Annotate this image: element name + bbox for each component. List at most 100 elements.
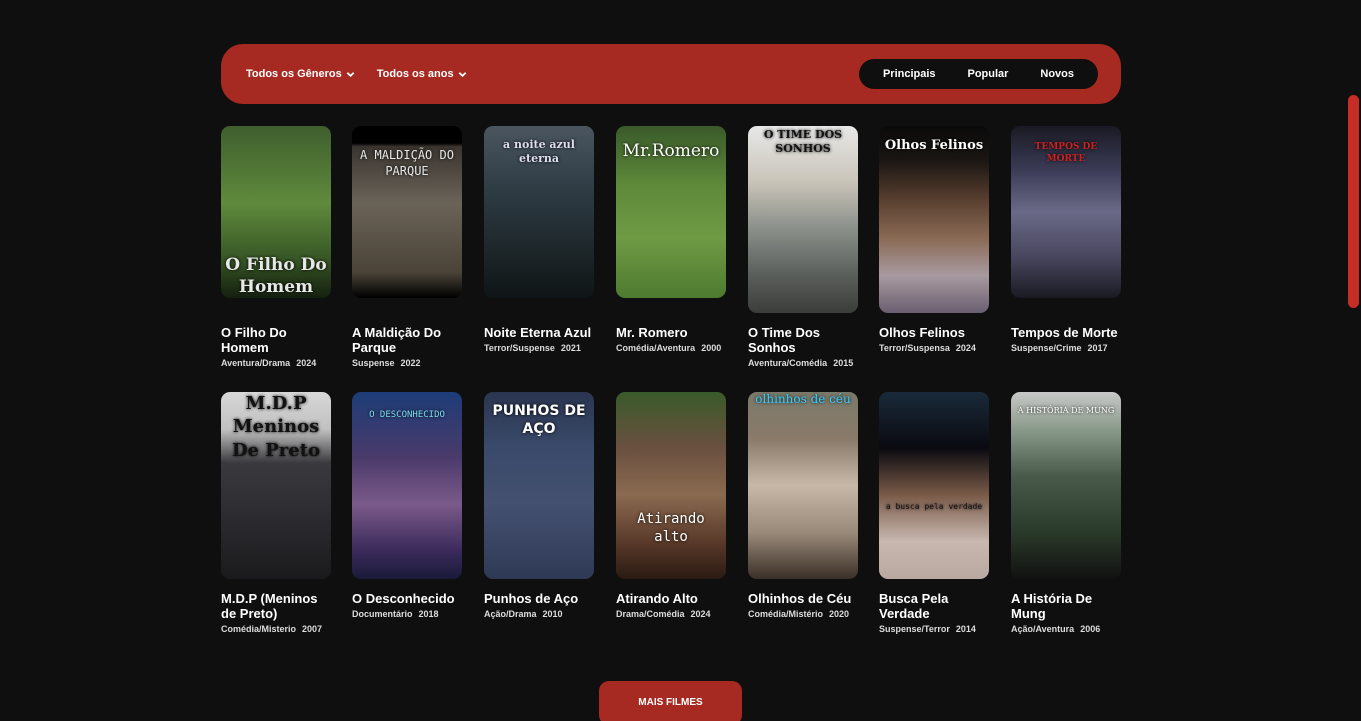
more-movies-button[interactable]: MAIS FILMES — [599, 681, 742, 721]
poster-title-text: a busca pela verdade — [885, 502, 983, 511]
movie-title[interactable]: Olhinhos de Céu — [748, 591, 858, 606]
chevron-down-icon — [346, 71, 355, 77]
movie-meta: Suspense 2022 — [352, 358, 462, 368]
movie-year: 2022 — [400, 358, 421, 368]
poster-title-text: Atirando alto — [637, 511, 705, 546]
movie-meta: Suspense/Crime 2017 — [1011, 343, 1121, 353]
movie-genre: Comédia/Aventura — [616, 343, 696, 353]
movie-title[interactable]: Noite Eterna Azul — [484, 325, 594, 340]
movie-genre: Suspense — [352, 358, 395, 368]
year-dropdown-label: Todos os anos — [376, 68, 454, 80]
movie-year: 2020 — [829, 609, 850, 619]
movie-poster[interactable]: M.D.P Meninos De Preto — [221, 392, 331, 579]
year-dropdown[interactable]: Todos os anos — [377, 68, 467, 80]
scrollbar-thumb[interactable] — [1348, 95, 1359, 308]
movie-card[interactable]: Atirando alto Atirando Alto Drama/Comédia 2… — [616, 392, 726, 619]
movie-genre: Documentário — [352, 609, 413, 619]
movie-card[interactable]: a busca pela verdade Busca Pela Verdade Su… — [879, 392, 989, 634]
chevron-down-icon — [458, 71, 466, 77]
movie-title[interactable]: M.D.P (Meninos de Preto) — [221, 591, 331, 621]
movie-meta: Comédia/Mistério 2020 — [748, 609, 858, 619]
poster-title-text: olhinhos de céu — [755, 392, 851, 406]
movie-card[interactable]: O Filho Do Homem O Filho Do Homem Aventura… — [221, 126, 331, 368]
movie-year: 2015 — [833, 358, 854, 368]
movie-year: 2000 — [701, 343, 722, 353]
movie-meta: Comédia/Misterio 2007 — [221, 624, 331, 634]
movie-card[interactable]: Mr.Romero Mr. Romero Comédia/Aventura 2000 — [616, 126, 726, 353]
movie-poster[interactable]: O TIME DOS SONHOS — [748, 126, 858, 313]
movie-meta: Ação/Drama 2010 — [484, 609, 594, 619]
movie-poster[interactable]: A HISTÓRIA DE MUNG — [1011, 392, 1121, 579]
movie-genre: Comédia/Misterio — [221, 624, 297, 634]
poster-title-text: M.D.P Meninos De Preto — [231, 393, 321, 461]
movie-card[interactable]: A MALDIÇÃO DO PARQUE A Maldição Do Parque… — [352, 126, 462, 368]
movie-meta: Suspense/Terror 2014 — [879, 624, 989, 634]
movie-genre: Drama/Comédia — [616, 609, 685, 619]
movie-title[interactable]: Busca Pela Verdade — [879, 591, 989, 621]
movie-genre: Suspense/Terror — [879, 624, 950, 634]
movie-year: 2010 — [542, 609, 563, 619]
movie-card[interactable]: Olhos Felinos Olhos Felinos Terror/Suspens… — [879, 126, 989, 353]
movie-year: 2007 — [302, 624, 323, 634]
movie-poster[interactable]: olhinhos de céu — [748, 392, 858, 579]
movie-card[interactable]: M.D.P Meninos De Preto M.D.P (Meninos de … — [221, 392, 331, 634]
movie-card[interactable]: TEMPOS DE MORTE Tempos de Morte Suspense/C… — [1011, 126, 1121, 353]
movie-meta: Terror/Suspense 2021 — [484, 343, 594, 353]
genre-dropdown[interactable]: Todos os Gêneros — [246, 68, 355, 80]
movie-title[interactable]: O Filho Do Homem — [221, 325, 331, 355]
movie-title[interactable]: Atirando Alto — [616, 591, 726, 606]
movie-poster[interactable]: a noite azul eterna — [484, 126, 594, 298]
sort-principais-button[interactable]: Principais — [883, 68, 936, 80]
movie-title[interactable]: Olhos Felinos — [879, 325, 989, 340]
movie-poster[interactable]: TEMPOS DE MORTE — [1011, 126, 1121, 298]
movie-meta: Drama/Comédia 2024 — [616, 609, 726, 619]
poster-title-text: PUNHOS DE AÇO — [492, 403, 586, 438]
movie-poster[interactable]: A MALDIÇÃO DO PARQUE — [352, 126, 462, 298]
sort-popular-button[interactable]: Popular — [967, 68, 1008, 80]
movie-meta: Terror/Suspensa 2024 — [879, 343, 989, 353]
poster-title-text: A HISTÓRIA DE MUNG — [1017, 406, 1115, 415]
movie-year: 2006 — [1080, 624, 1101, 634]
movie-card[interactable]: PUNHOS DE AÇO Punhos de Aço Ação/Drama 2010 — [484, 392, 594, 619]
movie-title[interactable]: Tempos de Morte — [1011, 325, 1121, 340]
sort-toggle-group: Principais Popular Novos — [859, 59, 1098, 89]
movie-year: 2014 — [955, 624, 976, 634]
movie-meta: Documentário 2018 — [352, 609, 462, 619]
movie-meta: Ação/Aventura 2006 — [1011, 624, 1121, 634]
movie-title[interactable]: O Desconhecido — [352, 591, 462, 606]
movie-poster[interactable]: O Filho Do Homem — [221, 126, 331, 298]
movie-genre: Comédia/Mistério — [748, 609, 824, 619]
movie-poster[interactable]: PUNHOS DE AÇO — [484, 392, 594, 579]
movie-card[interactable]: O DESCONHECIDO O Desconhecido Documentário… — [352, 392, 462, 619]
poster-title-text: Mr.Romero — [622, 141, 720, 161]
movie-poster[interactable]: Atirando alto — [616, 392, 726, 579]
movie-genre: Aventura/Drama — [221, 358, 291, 368]
movie-title[interactable]: Mr. Romero — [616, 325, 726, 340]
movie-card[interactable]: olhinhos de céu Olhinhos de Céu Comédia/Mi… — [748, 392, 858, 619]
movie-meta: Comédia/Aventura 2000 — [616, 343, 726, 353]
movie-genre: Aventura/Comédia — [748, 358, 828, 368]
movie-meta: Aventura/Comédia 2015 — [748, 358, 858, 368]
poster-title-text: a noite azul eterna — [503, 138, 575, 166]
movie-card[interactable]: A HISTÓRIA DE MUNG A História De Mung Ação… — [1011, 392, 1121, 634]
sort-novos-button[interactable]: Novos — [1040, 68, 1074, 80]
poster-title-text: A MALDIÇÃO DO PARQUE — [360, 148, 454, 178]
poster-title-text: O Filho Do Homem — [225, 255, 327, 298]
movie-card[interactable]: a noite azul eterna Noite Eterna Azul Terr… — [484, 126, 594, 353]
movie-genre: Terror/Suspensa — [879, 343, 950, 353]
movie-poster[interactable]: Olhos Felinos — [879, 126, 989, 313]
movie-title[interactable]: A Maldição Do Parque — [352, 325, 462, 355]
movie-title[interactable]: A História De Mung — [1011, 591, 1121, 621]
movie-card[interactable]: O TIME DOS SONHOS O Time Dos Sonhos Aventu… — [748, 126, 858, 368]
movie-title[interactable]: O Time Dos Sonhos — [748, 325, 858, 355]
movie-poster[interactable]: Mr.Romero — [616, 126, 726, 298]
movie-poster[interactable]: a busca pela verdade — [879, 392, 989, 579]
movie-title[interactable]: Punhos de Aço — [484, 591, 594, 606]
movie-genre: Ação/Drama — [484, 609, 537, 619]
genre-dropdown-label: Todos os Gêneros — [246, 68, 342, 80]
movie-year: 2018 — [418, 609, 439, 619]
movie-poster[interactable]: O DESCONHECIDO — [352, 392, 462, 579]
movie-genre: Ação/Aventura — [1011, 624, 1075, 634]
filter-bar: Todos os Gêneros Todos os anos Principai… — [221, 44, 1121, 104]
poster-title-text: TEMPOS DE MORTE — [1034, 142, 1098, 164]
